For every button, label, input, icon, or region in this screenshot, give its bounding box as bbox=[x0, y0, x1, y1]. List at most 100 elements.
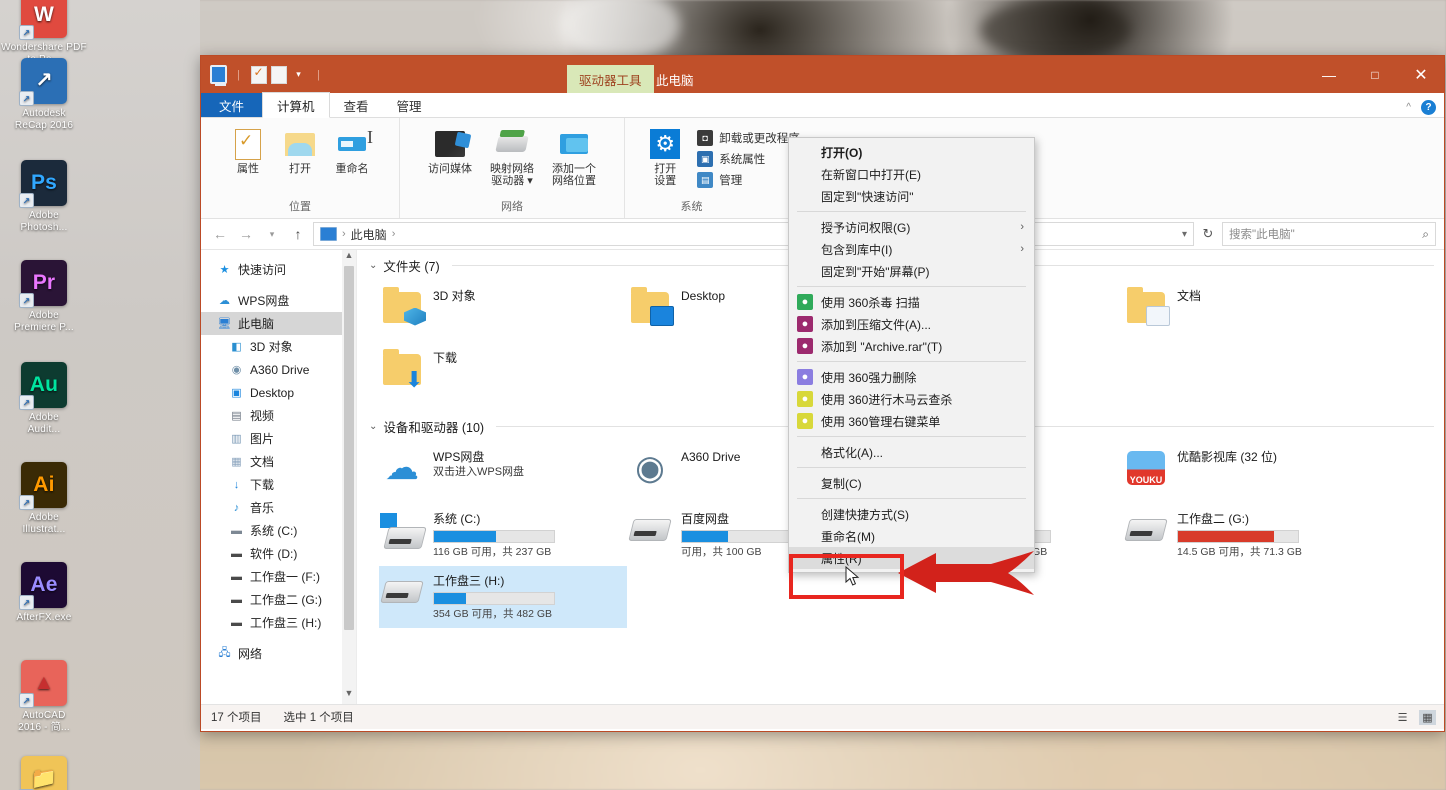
context-menu-item[interactable]: 包含到库中(I) › bbox=[789, 238, 1034, 260]
context-menu-item[interactable]: ● 使用 360强力删除 bbox=[789, 366, 1034, 388]
ribbon-button-label: 重命名 bbox=[335, 163, 369, 175]
context-menu-item[interactable]: 重命名(M) bbox=[789, 525, 1034, 547]
scroll-thumb[interactable] bbox=[344, 266, 354, 630]
breadcrumb-dropdown-icon[interactable]: ▾ bbox=[1182, 229, 1187, 240]
chevron-down-icon[interactable]: ⌄ bbox=[369, 421, 377, 432]
details-view-icon[interactable]: ☰ bbox=[1394, 710, 1411, 725]
tab-file[interactable]: 文件 bbox=[201, 93, 263, 117]
chevron-down-icon[interactable]: ⌄ bbox=[369, 260, 377, 271]
context-menu-item[interactable]: ● 使用 360进行木马云查杀 bbox=[789, 388, 1034, 410]
ribbon-button-open[interactable]: 打开 bbox=[276, 124, 324, 175]
pc-icon[interactable] bbox=[210, 65, 227, 86]
sidebar-item[interactable]: ♪ 音乐 bbox=[201, 496, 356, 519]
tab-view[interactable]: 查看 bbox=[330, 93, 383, 117]
context-menu[interactable]: 打开(O) 在新窗口中打开(E) 固定到"快速访问" 授予访问权限(G) › 包含到库中(… bbox=[788, 137, 1035, 573]
desktop-icon[interactable]: Ai ↗ Adobe Illustrat... bbox=[0, 462, 88, 536]
desktop-icon[interactable]: Ae ↗ AfterFX.exe bbox=[0, 562, 88, 624]
sidebar-item[interactable]: ▬ 工作盘一 (F:) bbox=[201, 565, 356, 588]
folder-item[interactable]: 3D 对象 bbox=[379, 281, 627, 343]
checkbox-icon[interactable] bbox=[250, 65, 267, 84]
sidebar-item[interactable]: ▬ 软件 (D:) bbox=[201, 542, 356, 565]
sidebar-item[interactable]: ▬ 工作盘二 (G:) bbox=[201, 588, 356, 611]
maximize-button[interactable]: □ bbox=[1352, 56, 1398, 93]
sidebar-item[interactable]: ↓ 下载 bbox=[201, 473, 356, 496]
context-menu-item[interactable]: ● 添加到压缩文件(A)... bbox=[789, 313, 1034, 335]
drive-item[interactable]: 系统 (C:) 116 GB 可用，共 237 GB bbox=[379, 504, 627, 566]
ribbon-button-open-settings[interactable]: ⚙ 打开 设置 bbox=[641, 124, 689, 187]
large-icons-view-icon[interactable]: ▦ bbox=[1419, 709, 1436, 725]
context-menu-item[interactable]: ● 使用 360管理右键菜单 bbox=[789, 410, 1034, 432]
ribbon-command-manage[interactable]: ▤ 管理 bbox=[697, 172, 800, 188]
desktop-icon[interactable]: 📁↗ bbox=[0, 756, 88, 790]
scroll-up-arrow[interactable]: ▲ bbox=[342, 250, 356, 266]
back-button[interactable]: ← bbox=[209, 226, 231, 242]
sidebar-item[interactable]: ▥ 图片 bbox=[201, 427, 356, 450]
close-button[interactable]: ✕ bbox=[1398, 56, 1444, 93]
sidebar-item[interactable]: ☁ WPS网盘 bbox=[201, 289, 356, 312]
help-icon[interactable]: ? bbox=[1421, 100, 1436, 115]
context-menu-item[interactable]: 创建快捷方式(S) bbox=[789, 503, 1034, 525]
sidebar-item[interactable]: ▦ 文档 bbox=[201, 450, 356, 473]
breadcrumb-item-this-pc[interactable]: 此电脑 bbox=[351, 226, 387, 243]
up-button[interactable]: ↑ bbox=[287, 226, 309, 242]
blank-doc-icon[interactable] bbox=[270, 65, 287, 84]
ribbon-command-system-properties[interactable]: ▣ 系统属性 bbox=[697, 151, 800, 167]
sidebar-item[interactable]: ◉ A360 Drive bbox=[201, 358, 356, 381]
sidebar-item[interactable]: ▤ 视频 bbox=[201, 404, 356, 427]
ribbon-button-rename[interactable]: 重命名 bbox=[328, 124, 376, 175]
desktop-icon[interactable]: W↗Wondershare PDF to Po... bbox=[0, 0, 88, 66]
context-menu-label: 使用 360杀毒 扫描 bbox=[821, 295, 920, 310]
sidebar-item[interactable]: 🖥 此电脑 bbox=[201, 312, 356, 335]
folder-item[interactable]: 文档 bbox=[1123, 281, 1371, 343]
collapse-ribbon-icon[interactable]: ^ bbox=[1406, 102, 1411, 113]
context-menu-item[interactable]: 固定到"快速访问" bbox=[789, 185, 1034, 207]
ribbon-command-uninstall[interactable]: ◘ 卸载或更改程序 bbox=[697, 130, 800, 146]
forward-button[interactable]: → bbox=[235, 226, 257, 242]
tab-computer[interactable]: 计算机 bbox=[262, 92, 330, 118]
360-menu-icon: ● bbox=[797, 413, 813, 429]
desktop-icon[interactable]: Au ↗ Adobe Audit... bbox=[0, 362, 88, 436]
desktop-icon[interactable]: Pr ↗ Adobe Premiere P... bbox=[0, 260, 88, 334]
desktop-icon[interactable]: ▲ ↗ AutoCAD 2016 - 简... bbox=[0, 660, 88, 734]
nav-item-icon: ◉ bbox=[231, 364, 242, 376]
context-menu-item[interactable]: 固定到"开始"屏幕(P) bbox=[789, 260, 1034, 282]
context-menu-item[interactable]: 在新窗口中打开(E) bbox=[789, 163, 1034, 185]
drive-name: 百度网盘 bbox=[681, 512, 730, 526]
scroll-down-arrow[interactable]: ▼ bbox=[342, 688, 356, 704]
context-menu-item[interactable]: 授予访问权限(G) › bbox=[789, 216, 1034, 238]
contextual-tab-driver-tools[interactable]: 驱动器工具 bbox=[567, 65, 654, 93]
sidebar-item[interactable]: ▣ Desktop bbox=[201, 381, 356, 404]
sidebar-item[interactable]: ▬ 系统 (C:) bbox=[201, 519, 356, 542]
search-input[interactable]: 搜索"此电脑" ⌕ bbox=[1222, 222, 1436, 246]
desktop-icon[interactable]: Ps ↗ Adobe Photosh... bbox=[0, 160, 88, 234]
recent-locations-button[interactable]: ▾ bbox=[261, 229, 283, 240]
ribbon-button-map-network-drive[interactable]: 映射网络 驱动器 ▾ bbox=[483, 124, 541, 187]
drive-item[interactable]: YOUKU 优酷影视库 (32 位) bbox=[1123, 442, 1371, 504]
breadcrumb[interactable]: › 此电脑 › ▾ bbox=[313, 222, 1194, 246]
desktop-icon[interactable]: ↗ ↗ Autodesk ReCap 2016 bbox=[0, 58, 88, 132]
nav-scrollbar[interactable]: ▲ ▼ bbox=[342, 250, 356, 704]
ribbon-button-access-media[interactable]: 访问媒体 bbox=[421, 124, 479, 175]
refresh-button[interactable]: ↻ bbox=[1198, 226, 1218, 242]
sidebar-item[interactable]: ▬ 工作盘三 (H:) bbox=[201, 611, 356, 634]
folder-item[interactable]: ⬇ 下载 bbox=[379, 343, 627, 405]
chevron-down-icon[interactable]: ▾ bbox=[290, 66, 307, 83]
context-menu-item[interactable]: 打开(O) bbox=[789, 141, 1034, 163]
context-menu-item[interactable]: 格式化(A)... bbox=[789, 441, 1034, 463]
ribbon-button-add-network-location[interactable]: 添加一个 网络位置 bbox=[545, 124, 603, 187]
tab-manage[interactable]: 管理 bbox=[383, 93, 436, 117]
drive-item[interactable]: 工作盘三 (H:) 354 GB 可用，共 482 GB bbox=[379, 566, 627, 628]
sidebar-item[interactable]: ★ 快速访问 bbox=[201, 258, 356, 281]
context-menu-item[interactable]: 复制(C) bbox=[789, 472, 1034, 494]
ribbon-button-properties[interactable]: 属性 bbox=[224, 124, 272, 175]
sidebar-item[interactable]: ◧ 3D 对象 bbox=[201, 335, 356, 358]
context-menu-item[interactable]: ● 使用 360杀毒 扫描 bbox=[789, 291, 1034, 313]
context-menu-item[interactable]: ● 添加到 "Archive.rar"(T) bbox=[789, 335, 1034, 357]
drive-item[interactable]: ☁ WPS网盘 双击进入WPS网盘 bbox=[379, 442, 627, 504]
drive-name: 工作盘三 (H:) bbox=[433, 574, 505, 588]
sidebar-item[interactable]: 🖧 网络 bbox=[201, 642, 356, 665]
sidebar-item-label: WPS网盘 bbox=[238, 294, 290, 308]
drive-item[interactable]: 工作盘二 (G:) 14.5 GB 可用，共 71.3 GB bbox=[1123, 504, 1371, 566]
minimize-button[interactable]: — bbox=[1306, 56, 1352, 93]
shortcut-arrow-icon: ↗ bbox=[19, 495, 34, 510]
